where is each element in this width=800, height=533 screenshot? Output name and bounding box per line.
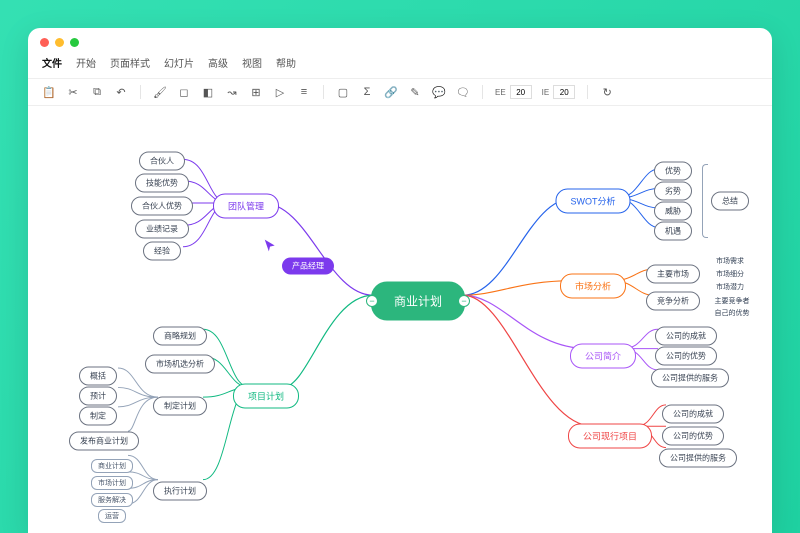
link-icon[interactable]: 🔗 xyxy=(384,85,398,99)
vspacing-control: IE xyxy=(542,85,576,99)
menu-view[interactable]: 视图 xyxy=(242,55,262,70)
attachment-icon[interactable]: ✎ xyxy=(408,85,422,99)
collapse-left-icon[interactable]: − xyxy=(366,295,378,307)
node-partner-adv[interactable]: 合伙人优势 xyxy=(131,197,193,216)
comment-icon[interactable]: 🗨 xyxy=(456,85,470,99)
clipboard-icon[interactable]: 📋 xyxy=(42,85,56,99)
vspacing-input[interactable] xyxy=(553,85,575,99)
minimize-icon[interactable] xyxy=(55,38,64,47)
refresh-icon[interactable]: ↻ xyxy=(600,85,614,99)
node-own-adv[interactable]: 自己的优势 xyxy=(715,308,750,318)
node-publish[interactable]: 发布商业计划 xyxy=(69,432,139,451)
node-advantage[interactable]: 公司的优势 xyxy=(655,347,717,366)
node-mktplan[interactable]: 市场计划 xyxy=(91,476,133,490)
summary-icon[interactable]: ▷ xyxy=(273,85,287,99)
branch-company[interactable]: 公司简介 xyxy=(570,344,636,369)
node-services[interactable]: 公司提供的服务 xyxy=(651,369,729,388)
collapse-right-icon[interactable]: − xyxy=(458,295,470,307)
callout-icon[interactable]: ≡ xyxy=(297,85,311,99)
node-strength[interactable]: 优势 xyxy=(654,162,692,181)
menu-bar: 文件 开始 页面样式 幻灯片 高级 视图 帮助 xyxy=(28,51,772,78)
zoom-icon[interactable] xyxy=(70,38,79,47)
node-bizplan[interactable]: 商业计划 xyxy=(91,459,133,473)
node-threat[interactable]: 威胁 xyxy=(654,202,692,221)
menu-start[interactable]: 开始 xyxy=(76,55,96,70)
topic-icon[interactable]: ◻ xyxy=(177,85,191,99)
copy-icon[interactable]: ⧉ xyxy=(90,85,104,99)
boundary-icon[interactable]: ⊞ xyxy=(249,85,263,99)
node-service[interactable]: 服务解决 xyxy=(91,493,133,507)
node-skill-adv[interactable]: 技能优势 xyxy=(135,174,189,193)
node-cp-achievement[interactable]: 公司的成就 xyxy=(662,405,724,424)
menu-help[interactable]: 帮助 xyxy=(276,55,296,70)
menu-slides[interactable]: 幻灯片 xyxy=(164,55,194,70)
node-formulate[interactable]: 制定 xyxy=(79,407,117,426)
branch-project-plan[interactable]: 项目计划 xyxy=(233,384,299,409)
close-icon[interactable] xyxy=(40,38,49,47)
node-swot-summary[interactable]: 总结 xyxy=(711,192,749,211)
node-experience[interactable]: 经验 xyxy=(143,242,181,261)
app-window: 文件 开始 页面样式 幻灯片 高级 视图 帮助 📋 ✂ ⧉ ↶ 🖌 ◻ ◧ ↝ … xyxy=(28,28,772,533)
menu-pagestyle[interactable]: 页面样式 xyxy=(110,55,150,70)
node-make-plan[interactable]: 制定计划 xyxy=(153,397,207,416)
vspacing-label: IE xyxy=(542,88,550,97)
node-operate[interactable]: 运营 xyxy=(98,509,126,523)
node-cp-services[interactable]: 公司提供的服务 xyxy=(659,449,737,468)
subtopic-icon[interactable]: ◧ xyxy=(201,85,215,99)
remote-cursor-label: 产品经理 xyxy=(282,258,334,275)
node-main-market[interactable]: 主要市场 xyxy=(646,265,700,284)
node-achievement[interactable]: 公司的成就 xyxy=(655,327,717,346)
node-strategy[interactable]: 商略规划 xyxy=(153,327,207,346)
node-mkt-potential[interactable]: 市场潜力 xyxy=(716,282,744,292)
formula-icon[interactable]: Σ xyxy=(360,85,374,99)
menu-advanced[interactable]: 高级 xyxy=(208,55,228,70)
hspacing-label: EE xyxy=(495,88,506,97)
swot-summary-bracket xyxy=(702,164,708,238)
node-opportunity[interactable]: 机遇 xyxy=(654,222,692,241)
node-forecast[interactable]: 预计 xyxy=(79,387,117,406)
node-market-opp[interactable]: 市场机选分析 xyxy=(145,355,215,374)
node-mkt-segment[interactable]: 市场细分 xyxy=(716,269,744,279)
branch-swot[interactable]: SWOT分析 xyxy=(556,189,631,214)
node-mkt-demand[interactable]: 市场需求 xyxy=(716,256,744,266)
node-competition[interactable]: 竞争分析 xyxy=(646,292,700,311)
hspacing-control: EE xyxy=(495,85,532,99)
mindmap-canvas[interactable]: 商业计划 − − 产品经理 团队管理 合伙人 技能优势 合伙人优势 业绩记录 经… xyxy=(28,106,772,533)
node-cp-advantage[interactable]: 公司的优势 xyxy=(662,427,724,446)
node-partner[interactable]: 合伙人 xyxy=(139,152,185,171)
branch-team[interactable]: 团队管理 xyxy=(213,194,279,219)
node-track-record[interactable]: 业绩记录 xyxy=(135,220,189,239)
cut-icon[interactable]: ✂ xyxy=(66,85,80,99)
window-controls xyxy=(28,28,772,51)
relation-icon[interactable]: ↝ xyxy=(225,85,239,99)
branch-market[interactable]: 市场分析 xyxy=(560,274,626,299)
node-exec-plan[interactable]: 执行计划 xyxy=(153,482,207,501)
menu-file[interactable]: 文件 xyxy=(42,55,62,70)
note-icon[interactable]: 💬 xyxy=(432,85,446,99)
remote-cursor-icon xyxy=(263,239,277,258)
node-weakness[interactable]: 劣势 xyxy=(654,182,692,201)
central-topic[interactable]: 商业计划 xyxy=(371,282,465,321)
hspacing-input[interactable] xyxy=(510,85,532,99)
marker-icon[interactable]: ▢ xyxy=(336,85,350,99)
format-painter-icon[interactable]: 🖌 xyxy=(153,85,167,99)
undo-icon[interactable]: ↶ xyxy=(114,85,128,99)
toolbar: 📋 ✂ ⧉ ↶ 🖌 ◻ ◧ ↝ ⊞ ▷ ≡ ▢ Σ 🔗 ✎ 💬 🗨 EE IE … xyxy=(28,78,772,106)
node-outline[interactable]: 概括 xyxy=(79,367,117,386)
branch-current-projects[interactable]: 公司现行项目 xyxy=(568,424,652,449)
node-competitors[interactable]: 主要竞争者 xyxy=(715,296,750,306)
